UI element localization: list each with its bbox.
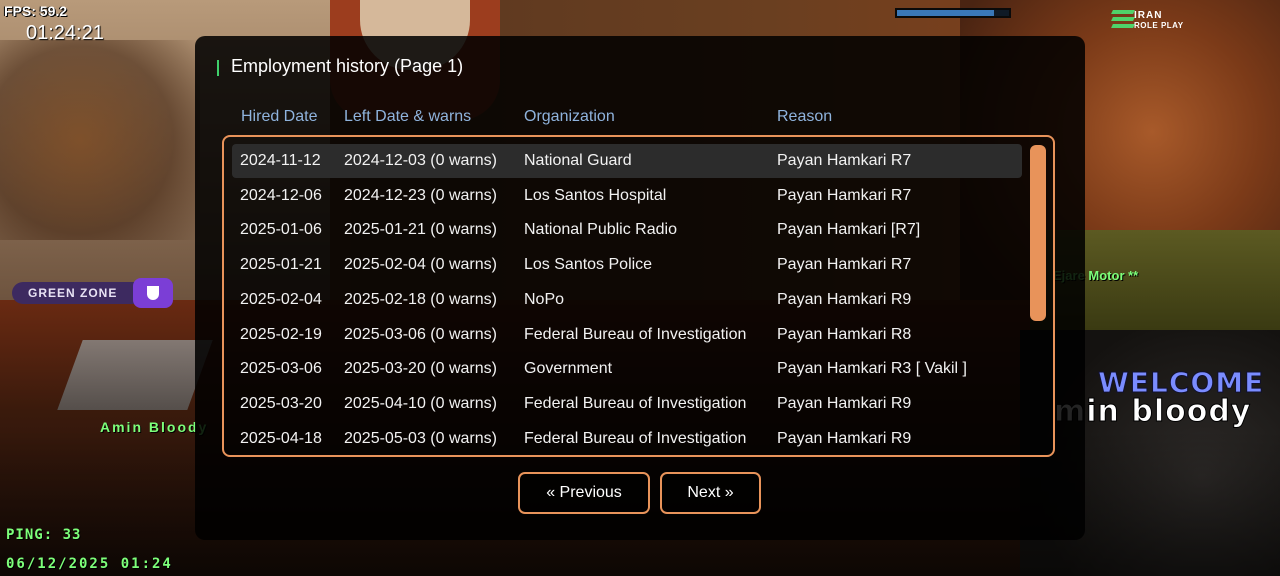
cell-hired-date: 2025-02-19 [240,325,322,343]
cell-organization: Government [524,360,613,378]
cell-reason: Payan Hamkari [R7] [777,221,921,239]
table-row[interactable]: 2025-02-04 2025-02-18 (0 warns) NoPo Payan … [232,283,1022,317]
cell-reason: Payan Hamkari R7 [777,186,912,204]
table-row[interactable]: 2024-12-06 2024-12-23 (0 warns) Los Santos… [232,179,1022,213]
cell-hired-date: 2025-04-18 [240,429,322,447]
next-page-button[interactable]: Next » [660,472,761,514]
cell-reason: Payan Hamkari R9 [777,429,912,447]
cell-left-date: 2025-04-10 (0 warns) [344,394,497,412]
cell-reason: Payan Hamkari R7 [777,152,912,169]
cell-organization: Federal Bureau of Investigation [524,394,747,412]
health-bar [895,8,1011,18]
table-row[interactable]: 2025-03-06 2025-03-20 (0 warns) Government… [232,352,1022,386]
title-accent-bar [217,60,219,76]
server-logo-line1: IRAN [1134,10,1163,21]
cell-organization: National Guard [524,152,632,169]
column-headers: Hired Date Left Date & warns Organizatio… [195,108,1085,130]
dialog-title: Employment history (Page 1) [217,56,463,77]
cell-left-date: 2025-05-03 (0 warns) [344,429,497,447]
health-bar-fill [897,10,995,16]
server-logo-line2: ROLE PLAY [1134,21,1184,30]
table-row[interactable]: 2025-04-18 2025-05-03 (0 warns) Federal Bu… [232,422,1022,455]
cell-left-date: 2025-02-04 (0 warns) [344,256,497,274]
dialog-title-text: Employment history (Page 1) [231,56,464,76]
cell-left-date: 2025-01-21 (0 warns) [344,221,497,239]
cell-hired-date: 2025-03-20 [240,394,322,412]
cell-reason: Payan Hamkari R7 [777,256,912,274]
cell-hired-date: 2024-12-06 [240,186,322,204]
cell-reason: Payan Hamkari R9 [777,394,912,412]
cell-organization: National Public Radio [524,221,677,239]
column-header-hired-date: Hired Date [241,108,318,125]
zone-indicator: GREEN ZONE [12,282,148,304]
cell-organization: Los Santos Police [524,256,653,274]
park-bench [57,340,213,410]
previous-page-button[interactable]: « Previous [518,472,650,514]
cell-hired-date: 2025-01-21 [240,256,322,274]
column-header-organization: Organization [524,108,615,125]
cell-hired-date: 2025-01-06 [240,221,322,239]
scrollbar-thumb[interactable] [1030,145,1046,321]
column-header-left-date: Left Date & warns [344,108,472,125]
cell-left-date: 2025-03-06 (0 warns) [344,325,497,343]
game-clock: 01:24:21 [26,22,104,44]
fps-counter: FPS: 59.2 [4,3,68,19]
ping-readout: PING: 33 [6,527,82,543]
cell-left-date: 2024-12-03 (0 warns) [344,152,497,169]
date-time-readout: 06/12/2025 01:24 [6,556,173,572]
column-header-reason: Reason [777,108,833,125]
server-logo: IRAN ROLE PLAY [1111,8,1192,32]
cell-reason: Payan Hamkari R8 [777,325,912,343]
cell-left-date: 2025-02-18 (0 warns) [344,290,497,308]
cell-organization: NoPo [524,290,565,308]
history-list[interactable]: 2024-11-12 2024-12-03 (0 warns) National G… [222,135,1055,457]
tree-foliage-left [0,40,200,240]
cell-reason: Payan Hamkari R9 [777,290,912,308]
employment-history-dialog: Employment history (Page 1) Hired Date L… [195,36,1085,540]
cell-hired-date: 2025-03-06 [240,360,322,378]
cell-organization: Federal Bureau of Investigation [524,325,747,343]
cell-left-date: 2025-03-20 (0 warns) [344,360,497,378]
table-row[interactable]: 2025-02-19 2025-03-06 (0 warns) Federal Bu… [232,318,1022,352]
shield-icon [133,278,173,308]
player-nametag: Amin Bloody [100,419,209,435]
table-row[interactable]: 2025-01-06 2025-01-21 (0 warns) National P… [232,213,1022,247]
server-logo-icon [1111,10,1135,30]
cell-organization: Los Santos Hospital [524,186,667,204]
table-row[interactable]: 2025-03-20 2025-04-10 (0 warns) Federal Bu… [232,387,1022,421]
cell-reason: Payan Hamkari R3 [ Vakil ] [777,360,967,378]
table-row[interactable]: 2024-11-12 2024-12-03 (0 warns) National G… [232,144,1022,178]
cell-hired-date: 2025-02-04 [240,290,322,308]
cell-organization: Federal Bureau of Investigation [524,429,747,447]
cell-hired-date: 2024-11-12 [240,152,321,169]
cell-left-date: 2024-12-23 (0 warns) [344,186,497,204]
table-row[interactable]: 2025-01-21 2025-02-04 (0 warns) Los Santos… [232,248,1022,282]
